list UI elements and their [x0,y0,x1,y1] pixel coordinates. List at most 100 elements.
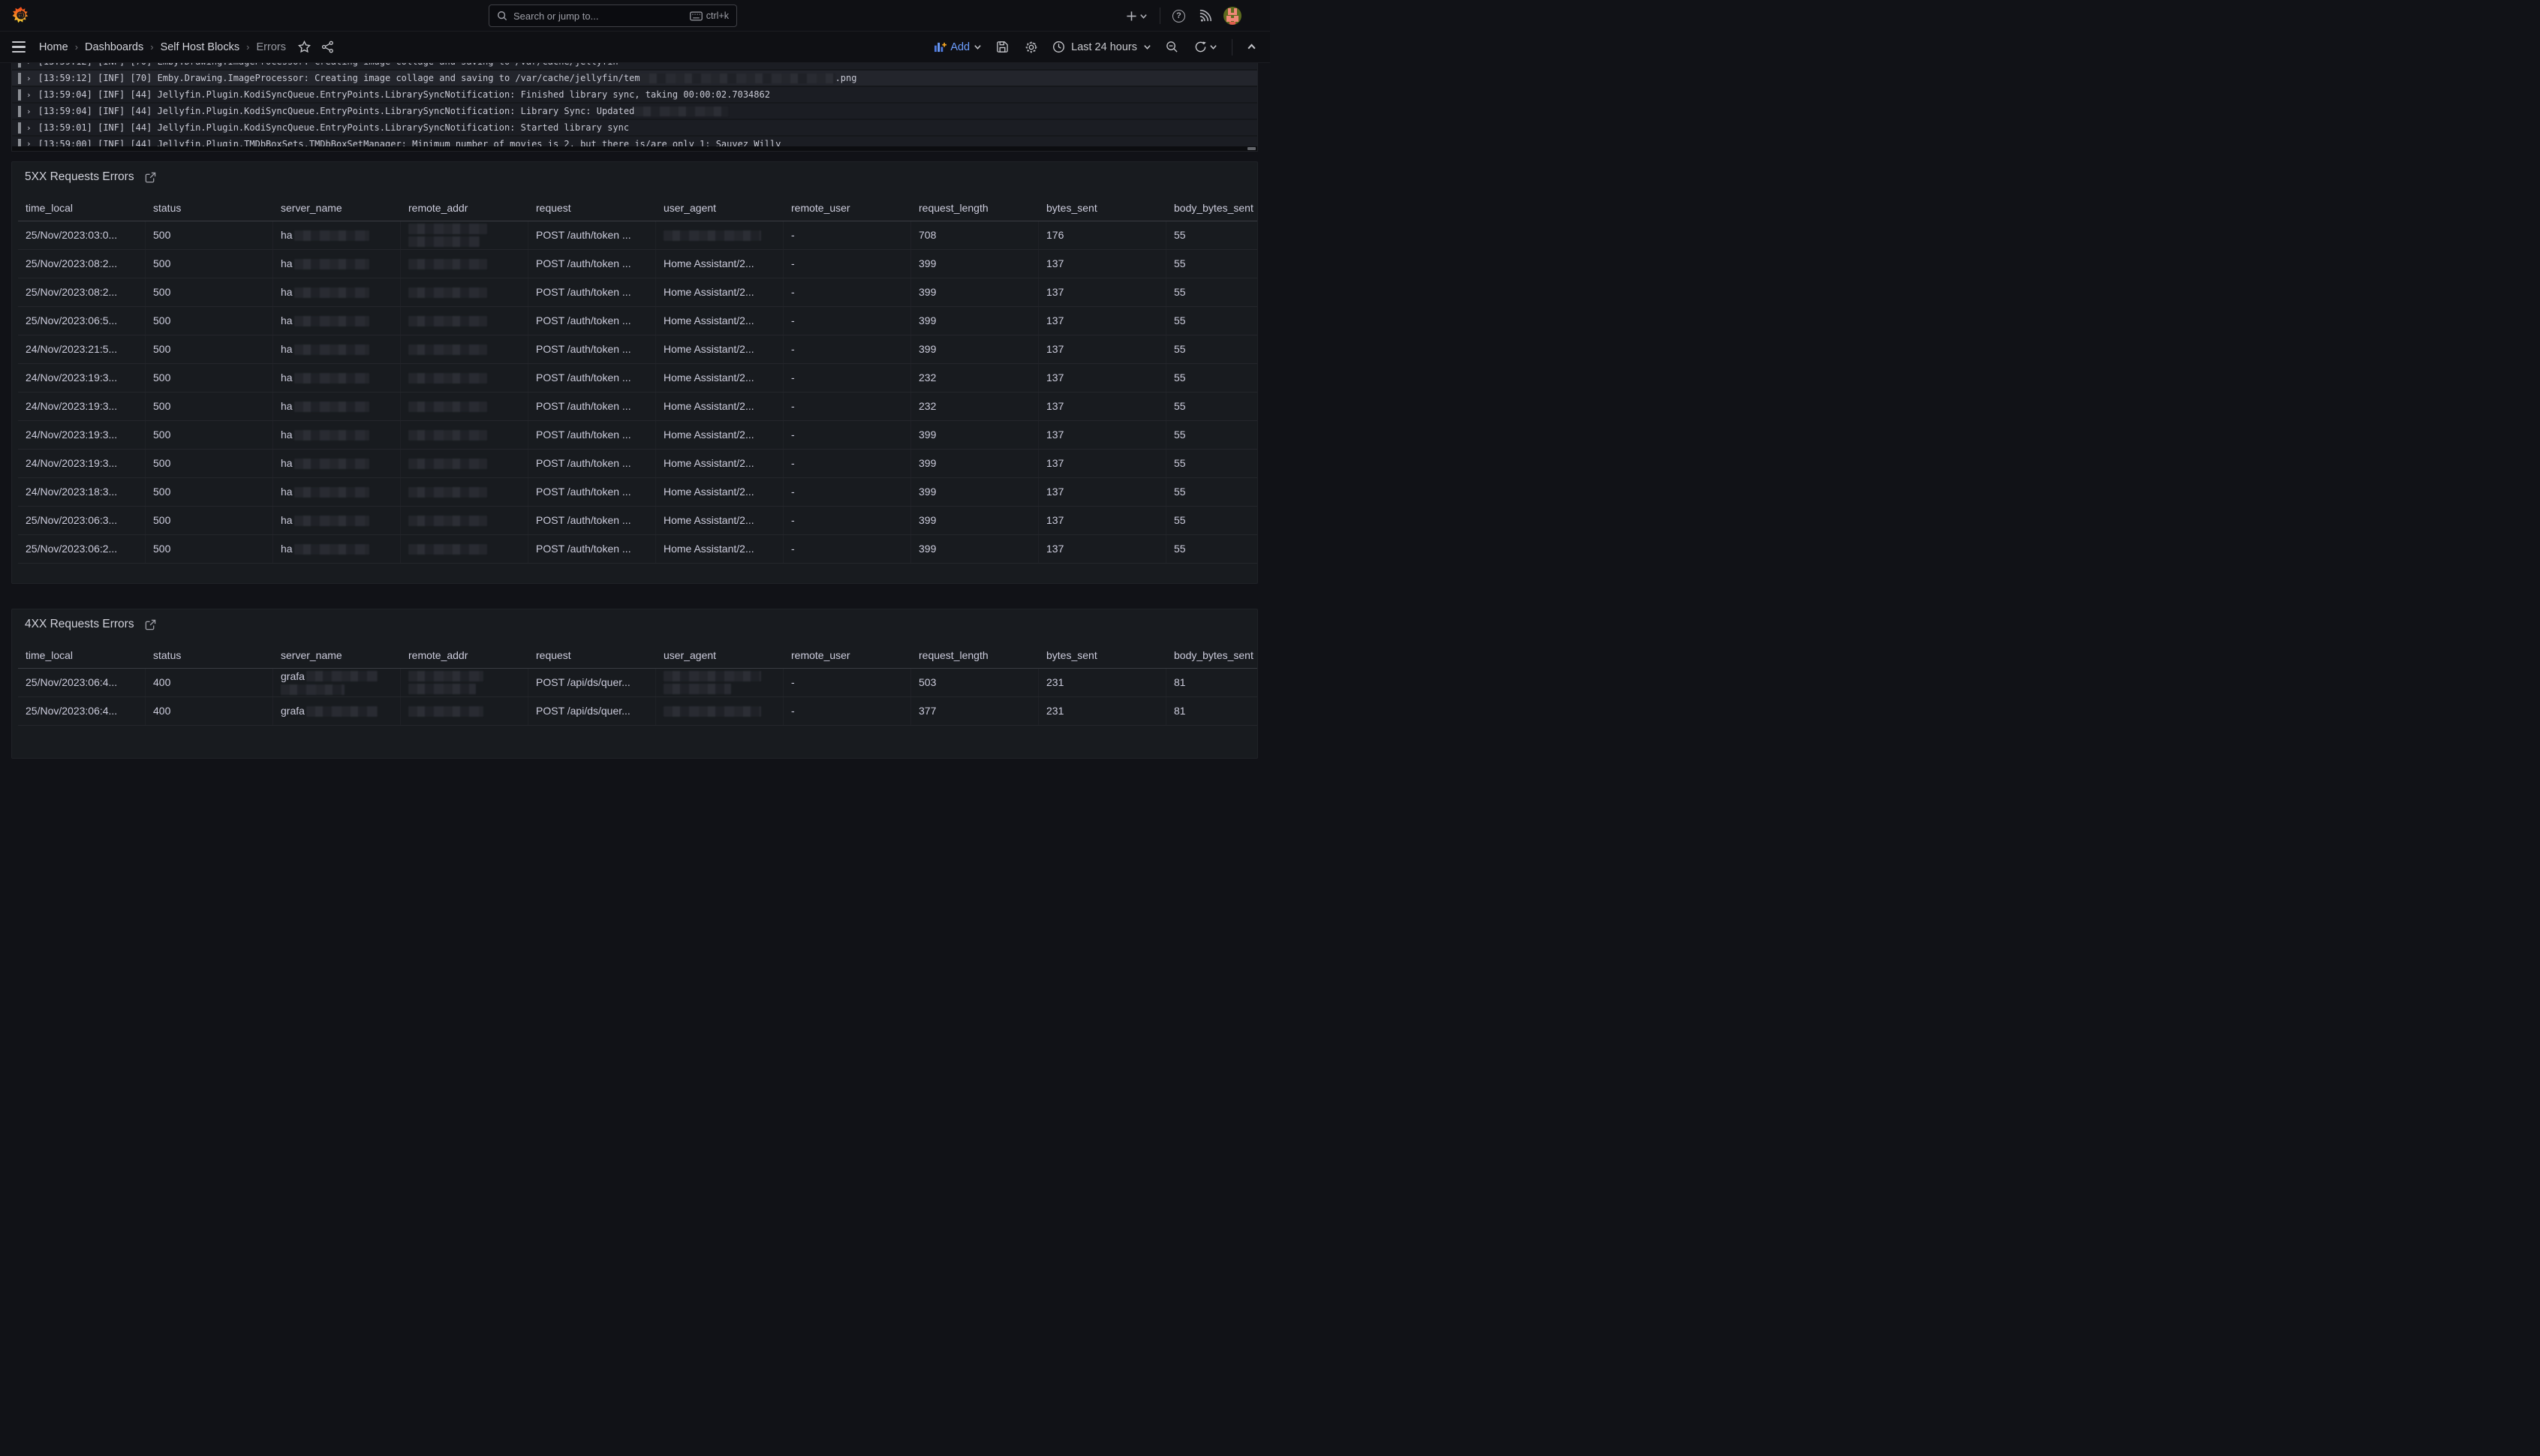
add-panel-button[interactable]: Add [934,41,982,53]
column-header-remote_addr[interactable]: remote_addr [401,642,528,668]
refresh-icon [1194,41,1207,53]
column-header-request_length[interactable]: request_length [911,195,1039,221]
column-header-remote_user[interactable]: remote_user [784,195,911,221]
redacted-value [408,516,487,526]
redacted-value [294,373,369,384]
column-header-user_agent[interactable]: user_agent [656,195,784,221]
column-header-body_bytes_sent[interactable]: body_bytes_sent [1166,195,1257,221]
global-search[interactable]: ctrl+k [489,5,737,27]
cell-user_agent [656,221,784,249]
redacted-value [408,344,487,355]
external-link-icon[interactable] [145,172,156,183]
breadcrumb-item-dashboards[interactable]: Dashboards [85,41,143,53]
log-message: .png [835,73,857,83]
cell-bytes_sent: 137 [1039,450,1166,477]
user-avatar[interactable] [1223,7,1241,25]
breadcrumb-item-self-host-blocks[interactable]: Self Host Blocks [161,41,240,53]
dashboard-settings-button[interactable] [1023,39,1040,56]
cell-request_length: 399 [911,478,1039,506]
cell-user_agent: Home Assistant/2... [656,250,784,278]
column-header-request_length[interactable]: request_length [911,642,1039,668]
cell-request: POST /auth/token ... [528,364,656,392]
expand-chevron-icon[interactable]: › [26,139,32,146]
news-rss-icon [1199,10,1211,23]
cell-remote_user: - [784,421,911,449]
cell-request_length: 399 [911,450,1039,477]
cell-user_agent: Home Assistant/2... [656,450,784,477]
table-row: 25/Nov/2023:03:0...500haPOST /auth/token… [18,221,1257,250]
column-header-remote_user[interactable]: remote_user [784,642,911,668]
collapse-toolbar-button[interactable] [1245,41,1258,53]
search-input[interactable] [513,11,684,22]
column-header-bytes_sent[interactable]: bytes_sent [1039,195,1166,221]
save-dashboard-button[interactable] [995,39,1010,55]
column-header-status[interactable]: status [146,195,273,221]
expand-chevron-icon[interactable]: › [26,107,32,116]
column-header-remote_addr[interactable]: remote_addr [401,195,528,221]
redacted-value [408,287,487,298]
breadcrumb-item-home[interactable]: Home [39,41,68,53]
redacted-value [306,706,378,717]
cell-status: 500 [146,393,273,420]
cell-server_name: ha [273,507,401,534]
log-row[interactable]: ›[13:59:00] [INF] [44] Jellyfin.Plugin.T… [12,137,1257,146]
expand-chevron-icon[interactable]: › [26,123,32,133]
log-row[interactable]: ›[13:59:12] [INF] [70] Emby.Drawing.Imag… [12,71,1257,86]
help-button[interactable]: ? [1171,8,1187,24]
cell-user_agent: Home Assistant/2... [656,364,784,392]
log-message: [13:59:12] [INF] [70] Emby.Drawing.Image… [38,63,618,67]
column-header-bytes_sent[interactable]: bytes_sent [1039,642,1166,668]
cell-bytes_sent: 137 [1039,250,1166,278]
column-header-user_agent[interactable]: user_agent [656,642,784,668]
column-header-server_name[interactable]: server_name [273,642,401,668]
log-row[interactable]: ›[13:59:04] [INF] [44] Jellyfin.Plugin.K… [12,87,1257,102]
log-level-bar [18,106,21,117]
cell-time_local: 24/Nov/2023:18:3... [18,478,146,506]
expand-chevron-icon[interactable]: › [26,63,32,67]
cell-remote_addr [401,393,528,420]
cell-request: POST /api/ds/quer... [528,697,656,725]
cell-bytes_sent: 137 [1039,507,1166,534]
column-header-server_name[interactable]: server_name [273,195,401,221]
column-header-body_bytes_sent[interactable]: body_bytes_sent [1166,642,1257,668]
column-header-request[interactable]: request [528,642,656,668]
share-icon[interactable] [321,41,334,53]
logs-horizontal-scrollbar[interactable] [12,146,1257,151]
time-range-picker[interactable]: Last 24 hours [1052,41,1151,53]
cell-body_bytes_sent: 55 [1166,450,1257,477]
redacted-value [664,671,761,681]
cell-remote_addr [401,669,528,696]
new-button[interactable] [1124,9,1149,23]
table-row: 24/Nov/2023:19:3...500haPOST /auth/token… [18,364,1257,393]
log-row[interactable]: ›[13:59:04] [INF] [44] Jellyfin.Plugin.K… [12,104,1257,119]
external-link-icon[interactable] [145,619,156,630]
log-row[interactable]: › [13:59:12] [INF] [70] Emby.Drawing.Imag… [12,63,1257,69]
cell-remote_user: - [784,250,911,278]
menu-toggle-button[interactable] [12,41,26,53]
cell-bytes_sent: 137 [1039,421,1166,449]
column-header-status[interactable]: status [146,642,273,668]
zoom-out-time-button[interactable] [1164,39,1180,55]
cell-time_local: 25/Nov/2023:06:5... [18,307,146,335]
refresh-button[interactable] [1193,39,1219,55]
news-button[interactable] [1197,8,1213,24]
table-row: 25/Nov/2023:06:5...500haPOST /auth/token… [18,307,1257,335]
column-header-time_local[interactable]: time_local [18,642,146,668]
redacted-value [294,230,369,241]
log-row[interactable]: ›[13:59:01] [INF] [44] Jellyfin.Plugin.K… [12,120,1257,135]
cell-time_local: 25/Nov/2023:06:2... [18,535,146,563]
expand-chevron-icon[interactable]: › [26,90,32,100]
cell-request: POST /auth/token ... [528,421,656,449]
star-icon[interactable] [298,41,311,53]
cell-time_local: 25/Nov/2023:06:3... [18,507,146,534]
column-header-time_local[interactable]: time_local [18,195,146,221]
cell-bytes_sent: 137 [1039,364,1166,392]
table-header-row: time_localstatusserver_nameremote_addrre… [18,195,1257,221]
column-header-request[interactable]: request [528,195,656,221]
chevron-down-icon [974,43,982,51]
expand-chevron-icon[interactable]: › [26,74,32,83]
grafana-logo[interactable] [11,6,31,26]
cell-status: 500 [146,364,273,392]
scrollbar-thumb[interactable] [1247,147,1256,150]
cell-remote_user: - [784,507,911,534]
